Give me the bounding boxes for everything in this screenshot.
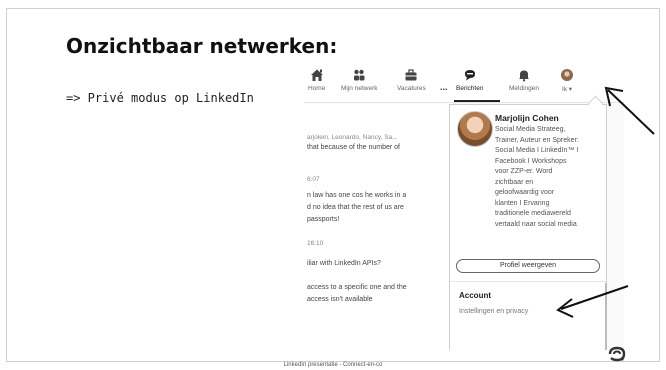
more-options-icon[interactable]: ...	[440, 82, 448, 92]
messaging-icon	[464, 70, 475, 81]
nav-label-jobs: Vacatures	[397, 85, 426, 92]
message-line: access isn't available	[307, 296, 373, 303]
active-tab-indicator	[454, 100, 500, 102]
thread-participants: arjolein, Leonardo, Nancy, Sa...	[307, 134, 398, 141]
nav-label-network: Mijn netwerk	[341, 85, 378, 92]
nav-item-jobs[interactable]: Vacatures	[397, 68, 426, 92]
slide-title: Onzichtbaar netwerken:	[66, 34, 338, 58]
headline-line: voor ZZP-er. Word	[495, 168, 553, 175]
nav-label-messaging: Berichten	[456, 85, 484, 92]
nav-item-notifications[interactable]: Meldingen	[509, 68, 539, 92]
linkedin-screenshot: Home Mijn netwerk Vacatures Berichten Me…	[304, 64, 624, 350]
headline-line: Social Media I LinkedIn™ I	[495, 147, 579, 154]
profile-name: Marjolijn Cohen	[495, 113, 559, 123]
nav-label-notifications: Meldingen	[509, 85, 539, 92]
nav-item-me[interactable]: Ik ▾	[560, 68, 574, 93]
message-line: d no idea that the rest of us are	[307, 204, 404, 211]
nav-label-me: Ik ▾	[561, 86, 573, 93]
message-line: iliar with LinkedIn APIs?	[307, 260, 381, 267]
message-line: passports!	[307, 216, 340, 223]
headline-line: Trainer, Auteur en Spreker:	[495, 136, 579, 144]
nav-item-network[interactable]: Mijn netwerk	[341, 68, 377, 92]
nav-label-home: Home	[308, 85, 326, 92]
settings-privacy-link[interactable]: Instellingen en privacy	[459, 308, 528, 315]
network-icon	[354, 69, 365, 81]
account-section-title: Account	[459, 291, 491, 300]
briefcase-icon	[405, 69, 417, 81]
headline-line: zichtbaar en	[495, 178, 534, 186]
message-thread[interactable]: arjolein, Leonardo, Nancy, Sa... that be…	[304, 104, 452, 350]
slide-bullet: => Privé modus op LinkedIn	[66, 91, 254, 105]
headline-line: traditionele mediawereld	[495, 210, 571, 217]
message-line: access to a specific one and the	[307, 284, 407, 291]
divider	[450, 281, 606, 282]
message-time: 16:10	[307, 240, 324, 247]
home-icon	[310, 69, 323, 81]
message-line: n law has one cos he works in a	[307, 192, 407, 199]
headline-line: Social Media Strateeg,	[495, 126, 566, 133]
profile-headline: Social Media Strateeg, Trainer, Auteur e…	[495, 125, 607, 230]
headline-line: vertaald naar social media	[495, 220, 577, 228]
profile-dropdown-menu: Marjolijn Cohen Social Media Strateeg, T…	[449, 95, 607, 350]
profile-avatar-icon	[561, 69, 573, 81]
message-time: 6:07	[307, 176, 320, 183]
view-profile-button[interactable]: Profiel weergeven	[456, 259, 600, 273]
message-line: that because of the number of	[307, 144, 401, 151]
dropdown-scrollbar[interactable]	[605, 283, 607, 350]
headline-line: Facebook I Workshops	[495, 157, 567, 165]
connect-logo-icon	[608, 346, 626, 362]
nav-item-home[interactable]: Home	[308, 68, 325, 92]
profile-avatar[interactable]	[457, 111, 493, 147]
headline-line: geloofwaardig voor	[495, 189, 555, 196]
slide-footer: LinkedIn presentatie - Connect-en-co	[283, 362, 383, 368]
linkedin-navbar: Home Mijn netwerk Vacatures Berichten Me…	[304, 64, 624, 103]
nav-item-messaging[interactable]: Berichten	[456, 68, 483, 92]
headline-line: klanten I Ervaring	[495, 199, 550, 207]
bell-icon	[519, 70, 529, 82]
